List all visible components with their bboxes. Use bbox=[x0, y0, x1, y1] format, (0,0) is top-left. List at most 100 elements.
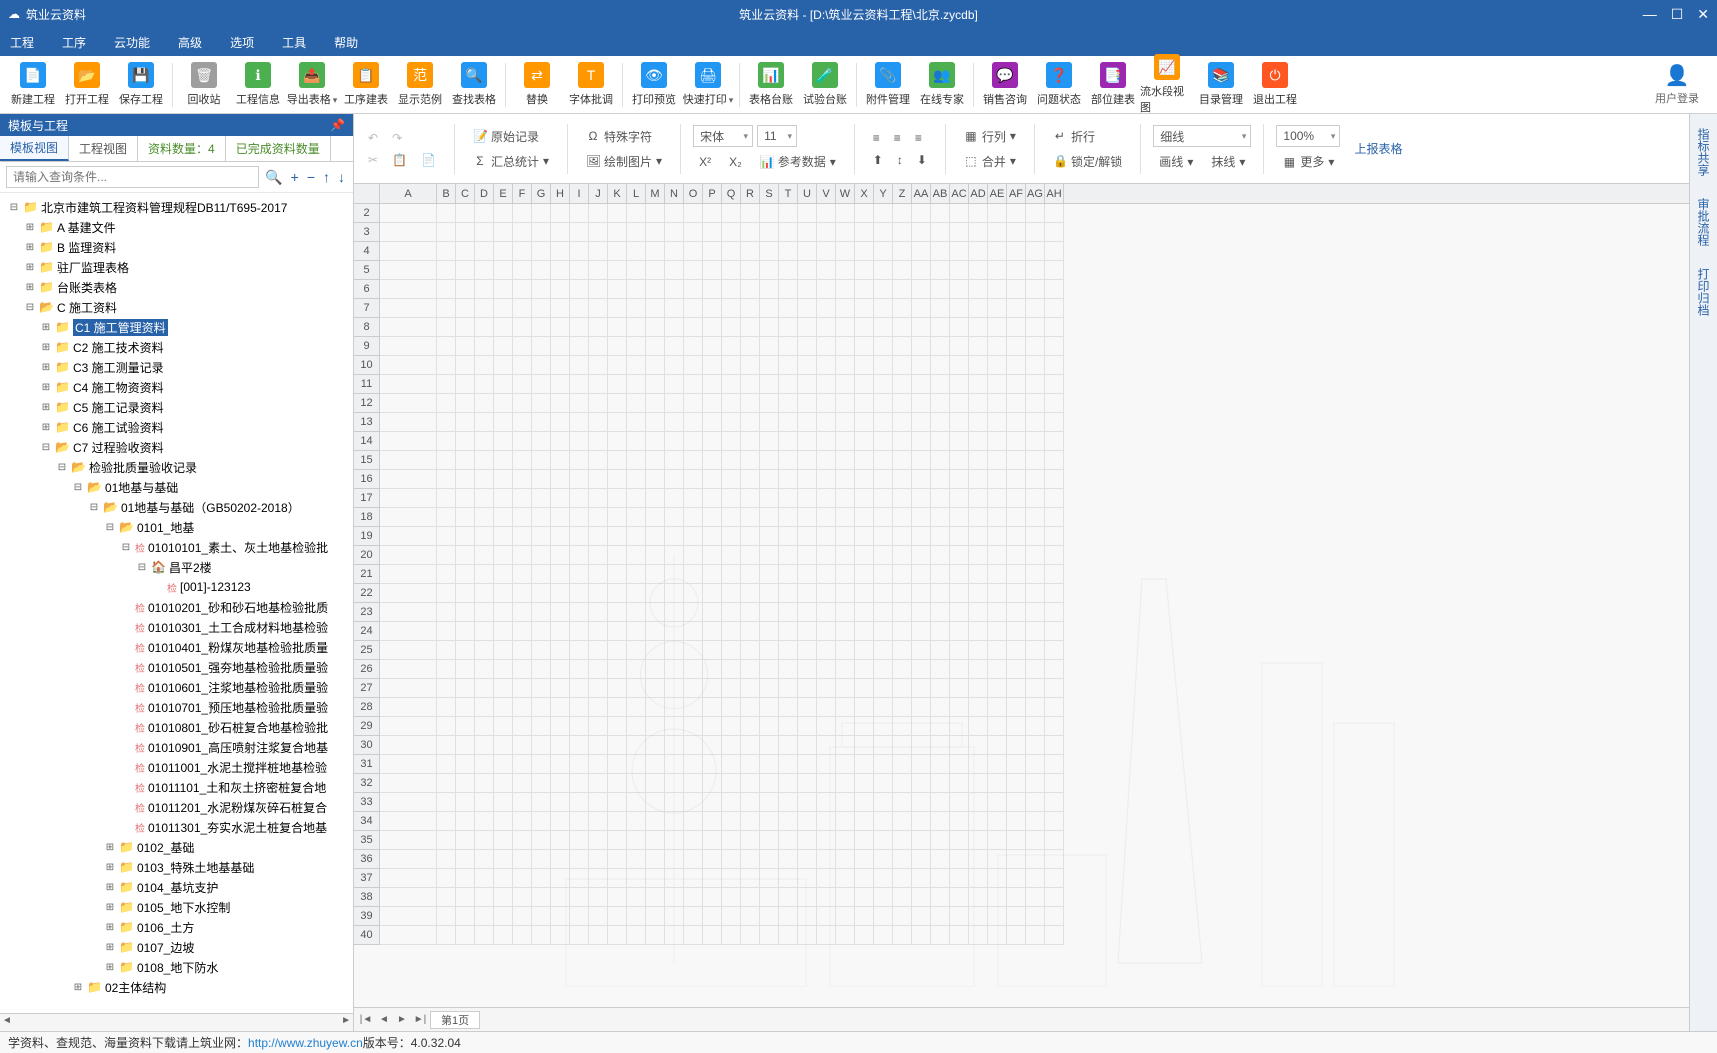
tab-project-view[interactable]: 工程视图 bbox=[69, 136, 138, 161]
col-header[interactable]: Q bbox=[722, 184, 741, 203]
row-header[interactable]: 23 bbox=[354, 603, 380, 622]
col-header[interactable]: P bbox=[703, 184, 722, 203]
row-header[interactable]: 15 bbox=[354, 451, 380, 470]
tree-node[interactable]: 检01011101_土和灰土挤密桩复合地 bbox=[2, 777, 351, 797]
tree-node[interactable]: 检01010801_砂石桩复合地基检验批 bbox=[2, 717, 351, 737]
tool-试验台账[interactable]: 🧪试验台账 bbox=[798, 62, 852, 107]
status-link[interactable]: http://www.zhuyew.cn bbox=[248, 1036, 363, 1050]
col-header[interactable]: N bbox=[665, 184, 684, 203]
row-header[interactable]: 4 bbox=[354, 242, 380, 261]
redo-button[interactable]: ↷ bbox=[386, 129, 408, 147]
col-header[interactable]: J bbox=[589, 184, 608, 203]
up-icon[interactable]: ↑ bbox=[321, 169, 332, 185]
subscript-button[interactable]: X₂ bbox=[723, 153, 748, 171]
maximize-button[interactable]: ☐ bbox=[1671, 6, 1684, 23]
menu-6[interactable]: 帮助 bbox=[334, 34, 358, 51]
tab-count[interactable]: 资料数量：4 bbox=[138, 136, 226, 161]
draw-picture-button[interactable]: 🖼绘制图片 ▾ bbox=[580, 151, 668, 172]
tree-node[interactable]: ⊞📁台账类表格 bbox=[2, 277, 351, 297]
tree-node[interactable]: ⊟📂C7 过程验收资料 bbox=[2, 437, 351, 457]
col-header[interactable]: AB bbox=[931, 184, 950, 203]
col-header[interactable]: E bbox=[494, 184, 513, 203]
tree-node[interactable]: 检01010701_预压地基检验批质量验 bbox=[2, 697, 351, 717]
col-header[interactable]: T bbox=[779, 184, 798, 203]
col-header[interactable]: R bbox=[741, 184, 760, 203]
align-right-button[interactable]: ≡ bbox=[909, 129, 928, 147]
row-header[interactable]: 17 bbox=[354, 489, 380, 508]
sheet-next-button[interactable]: ► bbox=[394, 1014, 410, 1025]
tree-node[interactable]: ⊞📁0106_土方 bbox=[2, 917, 351, 937]
expand-icon[interactable]: ⊞ bbox=[72, 982, 84, 993]
row-header[interactable]: 18 bbox=[354, 508, 380, 527]
tool-退出工程[interactable]: ⏻退出工程 bbox=[1248, 62, 1302, 107]
tool-字体批调[interactable]: T字体批调 bbox=[564, 62, 618, 107]
expand-icon[interactable]: ⊞ bbox=[104, 962, 116, 973]
row-header[interactable]: 34 bbox=[354, 812, 380, 831]
col-header[interactable]: O bbox=[684, 184, 703, 203]
col-header[interactable]: AH bbox=[1045, 184, 1064, 203]
remove-icon[interactable]: − bbox=[305, 169, 317, 185]
menu-5[interactable]: 工具 bbox=[282, 34, 306, 51]
col-header[interactable]: H bbox=[551, 184, 570, 203]
superscript-button[interactable]: X² bbox=[693, 153, 717, 171]
col-header[interactable]: Y bbox=[874, 184, 893, 203]
more-button[interactable]: ▦更多▾ bbox=[1276, 151, 1340, 172]
col-header[interactable]: I bbox=[570, 184, 589, 203]
tool-查找表格[interactable]: 🔍查找表格 bbox=[447, 62, 501, 107]
menu-3[interactable]: 高级 bbox=[178, 34, 202, 51]
tree-node[interactable]: 检01010601_注浆地基检验批质量验 bbox=[2, 677, 351, 697]
eraseline-button[interactable]: 抹线▾ bbox=[1205, 151, 1251, 172]
add-icon[interactable]: + bbox=[289, 169, 301, 185]
col-header[interactable]: F bbox=[513, 184, 532, 203]
tool-替换[interactable]: ⇄替换 bbox=[510, 62, 564, 107]
col-header[interactable]: AA bbox=[912, 184, 931, 203]
tree-node[interactable]: ⊞📁C5 施工记录资料 bbox=[2, 397, 351, 417]
sheet-first-button[interactable]: |◄ bbox=[358, 1014, 374, 1025]
expand-icon[interactable]: ⊞ bbox=[40, 362, 52, 373]
tree-hscrollbar[interactable] bbox=[0, 1013, 353, 1031]
expand-icon[interactable]: ⊞ bbox=[24, 222, 36, 233]
valign-top-button[interactable]: ⬆ bbox=[867, 151, 889, 169]
col-header[interactable]: X bbox=[855, 184, 874, 203]
align-center-button[interactable]: ≡ bbox=[888, 129, 907, 147]
tree-node[interactable]: ⊟检01010101_素土、灰土地基检验批 bbox=[2, 537, 351, 557]
row-header[interactable]: 5 bbox=[354, 261, 380, 280]
expand-icon[interactable]: ⊟ bbox=[72, 482, 84, 493]
col-header[interactable]: AE bbox=[988, 184, 1007, 203]
row-header[interactable]: 6 bbox=[354, 280, 380, 299]
row-header[interactable]: 40 bbox=[354, 926, 380, 945]
col-header[interactable]: K bbox=[608, 184, 627, 203]
col-header[interactable]: AG bbox=[1026, 184, 1045, 203]
tree-node[interactable]: ⊟📂01地基与基础 bbox=[2, 477, 351, 497]
col-header[interactable]: M bbox=[646, 184, 665, 203]
wrap-button[interactable]: ↵折行 bbox=[1047, 126, 1128, 147]
tool-快速打印[interactable]: 🖨快速打印 bbox=[681, 62, 735, 107]
sheet-prev-button[interactable]: ◄ bbox=[376, 1014, 392, 1025]
tool-打开工程[interactable]: 📂打开工程 bbox=[60, 62, 114, 107]
align-left-button[interactable]: ≡ bbox=[867, 129, 886, 147]
row-header[interactable]: 27 bbox=[354, 679, 380, 698]
row-header[interactable]: 21 bbox=[354, 565, 380, 584]
cut-button[interactable]: ✂ bbox=[362, 151, 384, 169]
row-header[interactable]: 35 bbox=[354, 831, 380, 850]
row-header[interactable]: 39 bbox=[354, 907, 380, 926]
tree-node[interactable]: ⊞📁0105_地下水控制 bbox=[2, 897, 351, 917]
expand-icon[interactable]: ⊟ bbox=[56, 462, 68, 473]
expand-icon[interactable]: ⊞ bbox=[24, 282, 36, 293]
tree-node[interactable]: ⊞📁C2 施工技术资料 bbox=[2, 337, 351, 357]
tool-表格台账[interactable]: 📊表格台账 bbox=[744, 62, 798, 107]
row-header[interactable]: 16 bbox=[354, 470, 380, 489]
col-header[interactable]: AF bbox=[1007, 184, 1026, 203]
expand-icon[interactable]: ⊟ bbox=[24, 302, 36, 313]
tool-工程信息[interactable]: ℹ工程信息 bbox=[231, 62, 285, 107]
valign-bottom-button[interactable]: ⬇ bbox=[911, 151, 933, 169]
row-header[interactable]: 28 bbox=[354, 698, 380, 717]
row-header[interactable]: 26 bbox=[354, 660, 380, 679]
tool-保存工程[interactable]: 💾保存工程 bbox=[114, 62, 168, 107]
upload-sheet-button[interactable]: 上报表格 bbox=[1348, 138, 1408, 159]
row-header[interactable]: 14 bbox=[354, 432, 380, 451]
tree-node[interactable]: ⊞📁C4 施工物资资料 bbox=[2, 377, 351, 397]
tree-node[interactable]: ⊟📂检验批质量验收记录 bbox=[2, 457, 351, 477]
tree-node[interactable]: ⊞📁0108_地下防水 bbox=[2, 957, 351, 977]
expand-icon[interactable]: ⊞ bbox=[40, 422, 52, 433]
